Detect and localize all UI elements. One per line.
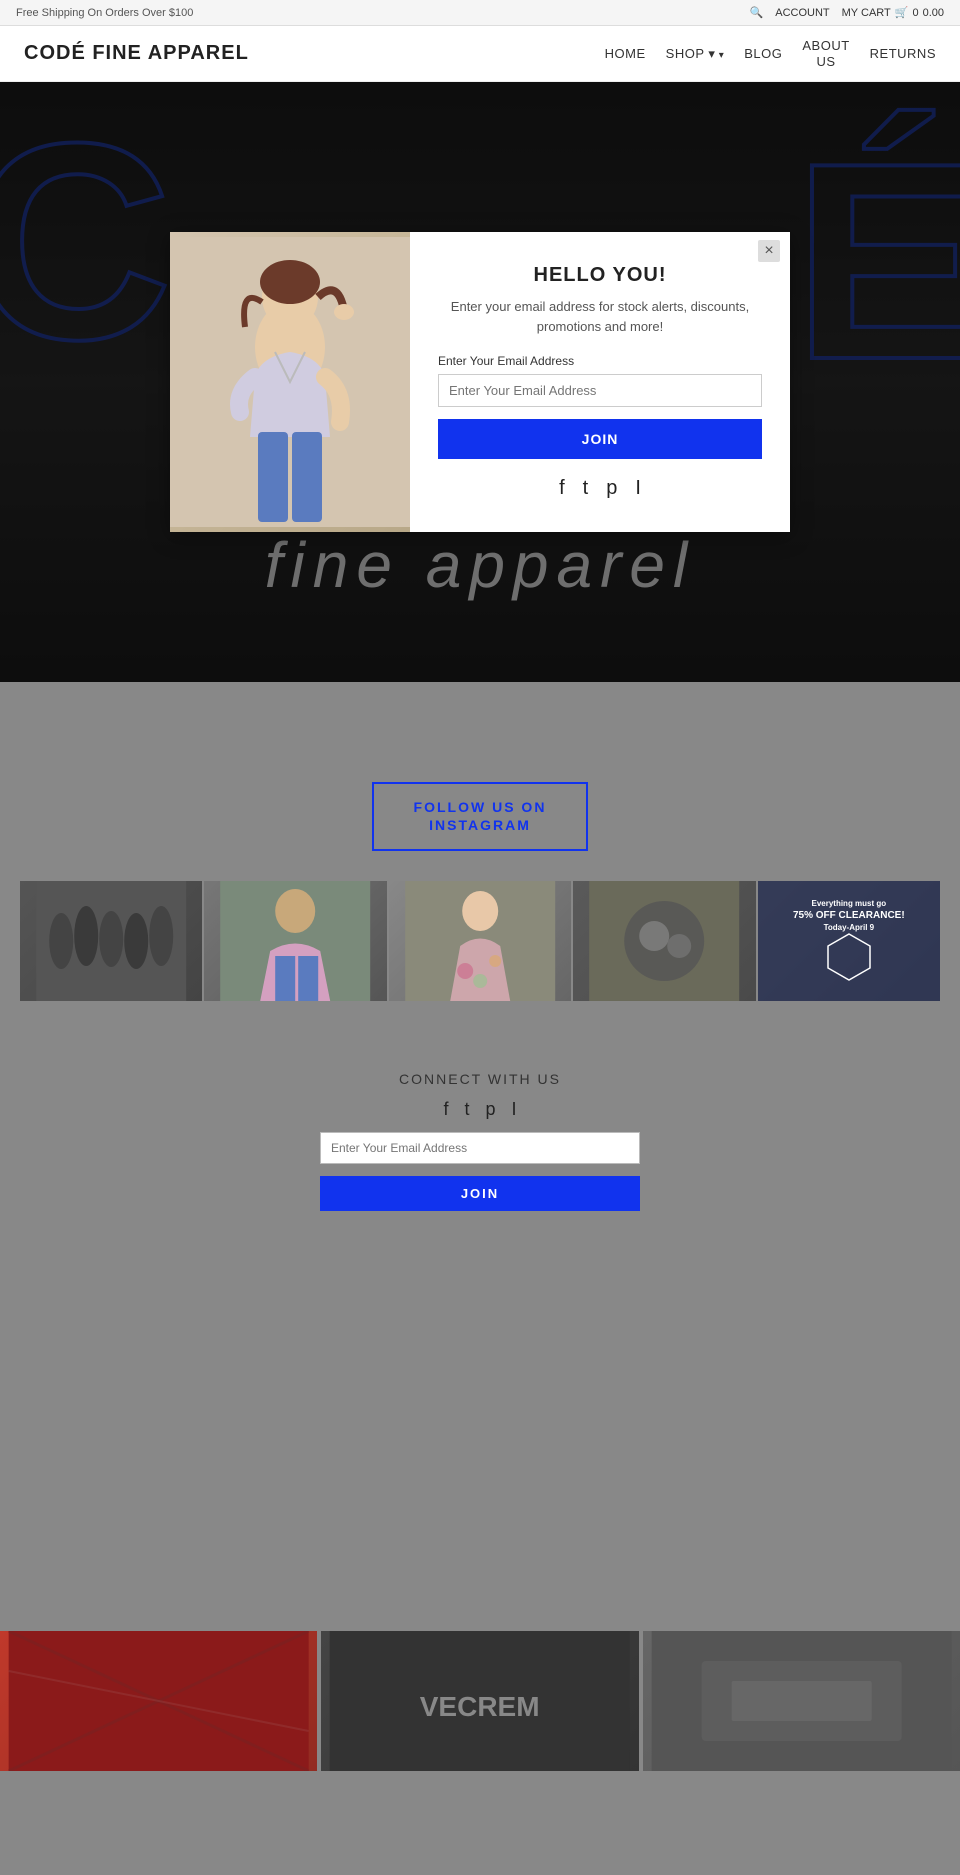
instagram-image-5[interactable]: Everything must go 75% OFF CLEARANCE! To… [758, 881, 940, 1001]
modal-close-button[interactable]: × [758, 240, 780, 262]
sale-hexagon [824, 932, 874, 982]
shipping-text: Free Shipping On Orders Over $100 [16, 7, 193, 19]
site-title[interactable]: CODÉ FINE APPAREL [24, 42, 249, 65]
sale-text-1: Everything must go [811, 899, 886, 908]
instagram-grid: Everything must go 75% OFF CLEARANCE! To… [20, 881, 940, 1001]
account-link[interactable]: ACCOUNT [775, 7, 829, 19]
instagram-section: FOLLOW US ONINSTAGRAM [0, 742, 960, 1050]
modal-email-input[interactable] [438, 374, 762, 407]
cart-info[interactable]: MY CART 🛒 0 0.00 [842, 6, 944, 19]
product-image-1 [0, 1631, 317, 1771]
modal-facebook-icon[interactable]: f [559, 477, 565, 500]
connect-social-icons: f t p I [443, 1099, 516, 1120]
sale-text-2: 75% OFF CLEARANCE! [793, 910, 905, 921]
modal-pinterest-icon[interactable]: p [606, 477, 617, 500]
modal-twitter-icon[interactable]: t [583, 477, 589, 500]
instagram-image-1[interactable] [20, 881, 202, 1001]
connect-pinterest-icon[interactable]: p [486, 1099, 496, 1120]
product-grid: VECREM [0, 1631, 960, 1771]
svg-text:VECREM: VECREM [420, 1691, 540, 1722]
nav-home[interactable]: HOME [605, 46, 646, 61]
connect-instagram-icon[interactable]: I [512, 1099, 517, 1120]
main-nav: HOME SHOP ▾ BLOG ABOUTUS RETURNS [605, 38, 936, 69]
follow-instagram-button[interactable]: FOLLOW US ONINSTAGRAM [372, 782, 589, 850]
site-header: CODÉ FINE APPAREL HOME SHOP ▾ BLOG ABOUT… [0, 26, 960, 82]
modal-content: × HELLO YOU! Enter your email address fo… [410, 232, 790, 532]
modal-join-button[interactable]: JOIN [438, 419, 762, 459]
connect-join-button[interactable]: JOIN [320, 1176, 640, 1211]
model-illustration [170, 232, 410, 532]
sale-text-3: Today-April 9 [824, 923, 875, 932]
modal-instagram-icon[interactable]: I [635, 477, 641, 500]
modal-email-label: Enter Your Email Address [438, 354, 574, 368]
instagram-image-4[interactable] [573, 881, 755, 1001]
insta-outfit-img [204, 881, 386, 1001]
cart-icon: 🛒 [895, 6, 909, 19]
page-spacer [0, 1231, 960, 1631]
top-bar: Free Shipping On Orders Over $100 🔍 ACCO… [0, 0, 960, 26]
insta-group-img [20, 881, 202, 1001]
modal-image [170, 232, 410, 532]
email-modal: × HELLO YOU! Enter your email address fo… [170, 232, 790, 532]
connect-title: CONNECT WITH US [399, 1071, 561, 1087]
insta-food-img [573, 881, 755, 1001]
nav-blog[interactable]: BLOG [744, 46, 782, 61]
nav-returns[interactable]: RETURNS [870, 46, 936, 61]
instagram-image-2[interactable] [204, 881, 386, 1001]
top-bar-right: 🔍 ACCOUNT MY CART 🛒 0 0.00 [750, 6, 944, 19]
connect-twitter-icon[interactable]: t [464, 1099, 469, 1120]
product-card-2[interactable]: VECREM [321, 1631, 638, 1771]
product-card-3[interactable] [643, 1631, 960, 1771]
insta-sale-overlay: Everything must go 75% OFF CLEARANCE! To… [758, 881, 940, 1001]
connect-email-input[interactable] [320, 1132, 640, 1164]
nav-about[interactable]: ABOUTUS [802, 38, 849, 69]
connect-facebook-icon[interactable]: f [443, 1099, 448, 1120]
modal-social-icons: f t p I [559, 477, 641, 500]
product-image-2: VECREM [321, 1631, 638, 1771]
my-cart-label: MY CART [842, 7, 891, 19]
cart-price: 0.00 [923, 7, 944, 19]
modal-overlay: × HELLO YOU! Enter your email address fo… [0, 82, 960, 682]
nav-shop[interactable]: SHOP ▾ [666, 46, 725, 62]
product-card-1[interactable] [0, 1631, 317, 1771]
cart-count: 0 [912, 7, 918, 19]
modal-subtitle: Enter your email address for stock alert… [438, 297, 762, 336]
modal-title: HELLO YOU! [534, 264, 667, 287]
search-icon[interactable]: 🔍 [750, 6, 764, 19]
product-image-3 [643, 1631, 960, 1771]
instagram-image-3[interactable] [389, 881, 571, 1001]
hero-section: C É fine apparel [0, 82, 960, 682]
content-area: FOLLOW US ONINSTAGRAM [0, 682, 960, 1810]
insta-floral-img [389, 881, 571, 1001]
connect-section: CONNECT WITH US f t p I JOIN [0, 1051, 960, 1231]
